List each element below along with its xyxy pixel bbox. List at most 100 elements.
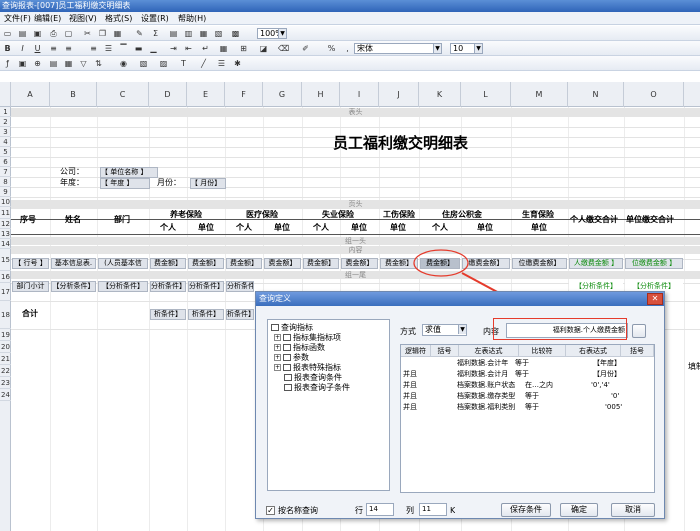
operator-cell[interactable]: 等于 [525,391,539,402]
col-spin[interactable]: 11 [419,503,447,516]
expand-icon[interactable]: + [274,364,281,371]
valign-middle-icon[interactable]: ▬ [133,43,144,54]
mode-select[interactable]: 求值 ▼ [422,324,467,336]
sort-icon[interactable]: ⇅ [93,58,104,69]
menu-file[interactable]: 文件(F) [4,12,31,25]
col-header[interactable]: C [97,82,149,107]
insert-row-icon[interactable]: ▤ [168,28,179,39]
row-header[interactable]: 15 [0,249,11,271]
underline-icon[interactable]: U [32,43,43,54]
row-header[interactable]: 13 [0,229,11,239]
col-header[interactable]: D [149,82,187,107]
logic-cell[interactable]: 并且 [403,369,417,380]
row-header[interactable]: 23 [0,377,11,389]
row-header[interactable]: 21 [0,353,11,365]
month-field[interactable]: 【 月份】 [190,178,226,189]
menu-edit[interactable]: 编辑(E) [34,12,61,25]
fill-color-icon[interactable]: ◪ [258,43,269,54]
col-header[interactable]: L [461,82,511,107]
col-header[interactable]: A [11,82,50,107]
percent-icon[interactable]: % [326,43,337,54]
close-button[interactable]: ✕ [647,293,663,305]
row-header[interactable]: 9 [0,187,11,197]
query-icon[interactable]: ◉ [118,58,129,69]
row-header[interactable]: 22 [0,365,11,377]
col-header[interactable]: K [419,82,461,107]
col-header[interactable]: E [187,82,225,107]
row-header[interactable]: 5 [0,147,11,157]
star-icon[interactable]: ✱ [232,58,243,69]
row-header[interactable]: 19 [0,329,11,341]
zoom-select[interactable]: 100% ▼ [257,28,287,39]
logic-cell[interactable]: 并且 [403,380,417,391]
company-field[interactable]: 【 单位名称 】 [100,167,158,178]
border-icon[interactable]: ⊞ [238,43,249,54]
amount-field[interactable]: 费金额】 [226,258,262,269]
year-field[interactable]: 【 年度 】 [100,178,150,189]
eraser-icon[interactable]: ⌫ [278,43,289,54]
list-icon[interactable]: ☰ [216,58,227,69]
copy-icon[interactable]: ❐ [97,28,108,39]
sum-icon[interactable]: Σ [150,28,161,39]
save-condition-button[interactable]: 保存条件 [501,503,551,517]
tree-item[interactable]: + 指标集指标项 [274,333,341,342]
row-number-field[interactable]: 【 行号 】 [12,258,49,269]
grid-icon[interactable]: ▦ [63,58,74,69]
dept-subtotal-label[interactable]: 部门小计 [12,281,49,292]
row-header[interactable]: 18 [0,301,11,329]
row-header[interactable]: 4 [0,137,11,147]
left-expr-cell[interactable]: 福利数据.会计月 [457,369,508,380]
menu-settings[interactable]: 设置(R) [141,12,169,25]
row-header[interactable]: 8 [0,177,11,187]
logic-cell[interactable]: 并且 [403,402,417,413]
expand-icon[interactable]: + [274,344,281,351]
row-header[interactable]: 16 [0,271,11,283]
basic-info-field[interactable]: 基本信息表. [51,258,96,269]
col-header[interactable]: H [302,82,340,107]
col-header[interactable]: M [511,82,568,107]
col-header[interactable]: O [624,82,684,107]
format-painter-icon[interactable]: ✎ [134,28,145,39]
tree-item[interactable]: + 指标函数 [274,343,325,352]
row-spin[interactable]: 14 [366,503,394,516]
tree-item[interactable]: 报表查询子条件 [284,383,350,392]
browse-button[interactable] [632,324,646,338]
right-expr-cell[interactable]: 【月份】 [593,369,621,380]
line-icon[interactable]: ╱ [198,58,209,69]
group-icon[interactable]: ▧ [138,58,149,69]
row-header[interactable]: 6 [0,157,11,167]
row-header[interactable]: 7 [0,167,11,177]
row-header[interactable]: 1 [0,107,11,117]
corner-cell[interactable] [0,82,11,107]
analysis-field[interactable]: 析条件】 [188,309,224,320]
right-expr-cell[interactable]: 【年度】 [593,358,621,369]
right-expr-cell[interactable]: '005' [605,402,622,413]
analysis-field[interactable]: 分析条件】 [188,281,224,292]
pen-icon[interactable]: ✐ [300,43,311,54]
left-expr-cell[interactable]: 档案数据.账户状态 [457,380,515,391]
row-header[interactable]: 11 [0,207,11,219]
row-header[interactable]: 14 [0,239,11,249]
row-header[interactable]: 17 [0,283,11,301]
thousands-icon[interactable]: , [342,43,353,54]
amount-field[interactable]: 费金额】 [264,258,301,269]
amount-field[interactable]: 费金额】 [188,258,224,269]
row-header[interactable]: 2 [0,117,11,127]
italic-icon[interactable]: I [17,43,28,54]
name-query-checkbox[interactable]: ✓ [266,506,275,515]
tree-item[interactable]: 报表查询条件 [284,373,342,382]
text-icon[interactable]: T [178,58,189,69]
operator-cell[interactable]: 在…之内 [525,380,553,391]
col-header[interactable]: B [50,82,97,107]
operator-cell[interactable]: 等于 [515,369,529,380]
delete-col-icon[interactable]: ▧ [213,28,224,39]
merge-icon[interactable]: ▩ [230,28,241,39]
cancel-button[interactable]: 取消 [611,503,655,517]
ok-button[interactable]: 确定 [560,503,598,517]
cut-icon[interactable]: ✂ [82,28,93,39]
row-header[interactable]: 10 [0,197,11,207]
calc-icon[interactable]: ▤ [48,58,59,69]
table-icon[interactable]: ▦ [218,43,229,54]
menu-help[interactable]: 帮助(H) [178,12,206,25]
amount-field[interactable]: 费金额】 [341,258,378,269]
